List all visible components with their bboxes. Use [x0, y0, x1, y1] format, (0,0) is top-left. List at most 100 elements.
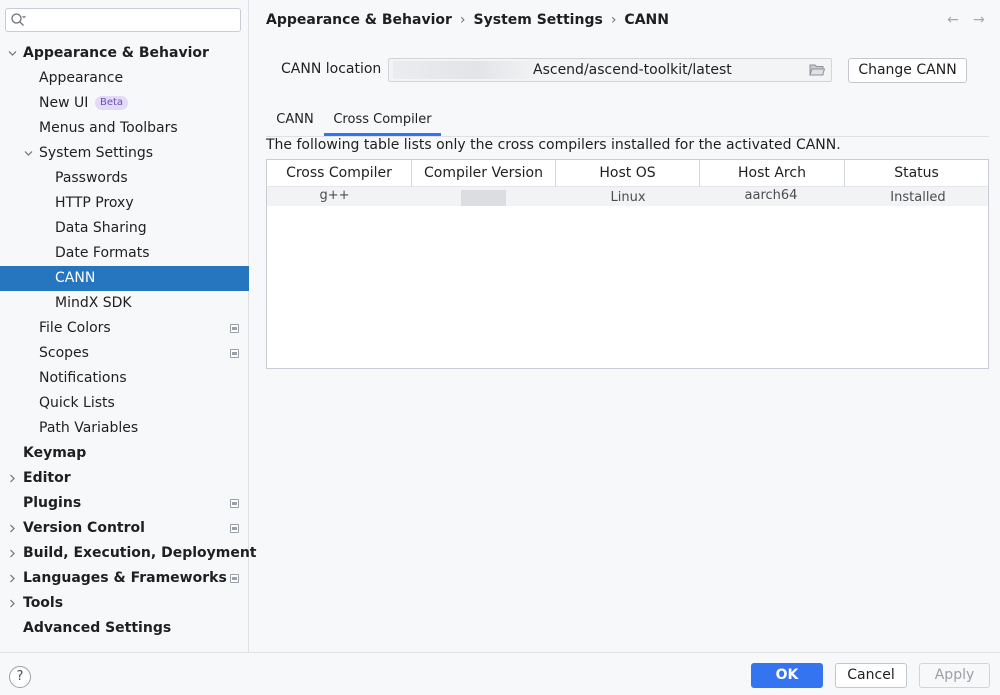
sidebar-item-label: Scopes — [39, 345, 89, 361]
search-input[interactable] — [5, 8, 241, 32]
breadcrumb-item[interactable]: Appearance & Behavior — [266, 12, 452, 28]
sidebar-item-label: Editor — [23, 470, 71, 486]
sidebar-item-system-settings[interactable]: System Settings — [0, 141, 249, 166]
apply-button[interactable]: Apply — [919, 663, 990, 688]
sidebar-item-label: Version Control — [23, 520, 145, 536]
breadcrumb-current: CANN — [624, 12, 669, 28]
sidebar-item-file-colors[interactable]: File Colors — [0, 316, 249, 341]
sidebar-item-quick-lists[interactable]: Quick Lists — [0, 391, 249, 416]
project-level-icon — [230, 499, 239, 508]
folder-icon[interactable] — [809, 63, 825, 77]
sidebar-item-data-sharing[interactable]: Data Sharing — [0, 216, 249, 241]
cell-status: Installed — [890, 190, 946, 205]
sidebar-item-mindx-sdk[interactable]: MindX SDK — [0, 291, 249, 316]
sidebar-item-label: Notifications — [39, 370, 127, 386]
beta-badge: Beta — [95, 96, 129, 110]
sidebar-item-label: Path Variables — [39, 420, 139, 436]
sidebar-item-scopes[interactable]: Scopes — [0, 341, 249, 366]
chevron-down-icon[interactable] — [6, 41, 18, 66]
sidebar-item-editor[interactable]: Editor — [0, 466, 249, 491]
settings-tree: Appearance & Behavior Appearance New UI Bet… — [0, 41, 257, 641]
project-level-icon — [230, 324, 239, 333]
sidebar-item-plugins[interactable]: Plugins — [0, 491, 249, 516]
chevron-down-icon[interactable] — [22, 141, 34, 166]
cann-location-label: CANN location — [281, 61, 382, 77]
search-icon — [11, 13, 26, 26]
chevron-right-icon[interactable] — [6, 541, 18, 566]
tab-bar: CANN Cross Compiler — [266, 106, 989, 137]
sidebar-item-label: Build, Execution, Deployment — [23, 545, 257, 561]
sidebar-item-label: New UI — [39, 95, 89, 111]
settings-sidebar: Appearance & Behavior Appearance New UI Bet… — [0, 0, 257, 652]
sidebar-item-languages-frameworks[interactable]: Languages & Frameworks — [0, 566, 249, 591]
sidebar-item-appearance[interactable]: Appearance — [0, 66, 249, 91]
column-header[interactable]: Status — [845, 160, 988, 187]
sidebar-item-appearance-behavior[interactable]: Appearance & Behavior — [0, 41, 249, 66]
sidebar-item-menus-and-toolbars[interactable]: Menus and Toolbars — [0, 116, 249, 141]
chevron-right-icon[interactable] — [6, 516, 18, 541]
sidebar-item-label: System Settings — [39, 145, 154, 161]
back-arrow-icon[interactable]: ← — [944, 11, 962, 29]
sidebar-item-tools[interactable]: Tools — [0, 591, 249, 616]
cell-host-arch: aarch64 — [744, 188, 798, 203]
sidebar-item-path-variables[interactable]: Path Variables — [0, 416, 249, 441]
sidebar-item-keymap[interactable]: Keymap — [0, 441, 249, 466]
sidebar-item-label: Appearance — [39, 70, 124, 86]
chevron-right-icon[interactable] — [6, 591, 18, 616]
sidebar-item-label: Passwords — [55, 170, 128, 186]
column-header[interactable]: Host OS — [556, 160, 700, 187]
cancel-button[interactable]: Cancel — [835, 663, 907, 688]
sidebar-item-label: Advanced Settings — [23, 620, 172, 636]
project-level-icon — [230, 349, 239, 358]
column-header[interactable]: Host Arch — [700, 160, 845, 187]
column-header[interactable]: Cross Compiler — [267, 160, 412, 187]
forward-arrow-icon[interactable]: → — [970, 11, 988, 29]
ok-button[interactable]: OK — [751, 663, 823, 688]
help-icon[interactable]: ? — [9, 666, 31, 688]
redacted-path — [393, 61, 533, 79]
cell-host-os: Linux — [610, 190, 646, 205]
sidebar-item-passwords[interactable]: Passwords — [0, 166, 249, 191]
sidebar-item-label: Keymap — [23, 445, 87, 461]
table-header: Cross Compiler Compiler Version Host OS … — [267, 160, 988, 187]
tab-cross-compiler[interactable]: Cross Compiler — [324, 106, 441, 136]
cann-location-field[interactable]: / Ascend/ascend-toolkit/latest — [388, 58, 832, 82]
sidebar-item-advanced-settings[interactable]: Advanced Settings — [0, 616, 249, 641]
breadcrumb: Appearance & Behavior › System Settings › CA… — [266, 10, 669, 30]
sidebar-item-new-ui[interactable]: New UI Beta — [0, 91, 249, 116]
sidebar-item-label: HTTP Proxy — [55, 195, 134, 211]
table-row[interactable]: g++ Linux aarch64 Installed — [267, 187, 988, 206]
sidebar-item-label: Quick Lists — [39, 395, 115, 411]
dialog-footer: ? OK Cancel Apply — [0, 652, 1000, 695]
project-level-icon — [230, 574, 239, 583]
sidebar-item-label: Languages & Frameworks — [23, 570, 227, 586]
sidebar-item-label: MindX SDK — [55, 295, 132, 311]
cell-compiler: g++ — [319, 188, 350, 203]
sidebar-item-label: Data Sharing — [55, 220, 147, 236]
breadcrumb-separator: › — [610, 12, 617, 28]
sidebar-item-build-execution-deployment[interactable]: Build, Execution, Deployment — [0, 541, 257, 566]
sidebar-item-cann[interactable]: CANN — [0, 266, 249, 291]
breadcrumb-separator: › — [459, 12, 466, 28]
tab-cann[interactable]: CANN — [266, 106, 324, 136]
sidebar-item-label: Tools — [23, 595, 64, 611]
breadcrumb-item[interactable]: System Settings — [474, 12, 603, 28]
project-level-icon — [230, 524, 239, 533]
chevron-right-icon[interactable] — [6, 566, 18, 591]
change-cann-button[interactable]: Change CANN — [848, 58, 967, 83]
sidebar-item-label: Menus and Toolbars — [39, 120, 178, 136]
sidebar-item-version-control[interactable]: Version Control — [0, 516, 249, 541]
table-description: The following table lists only the cross… — [266, 137, 841, 153]
sidebar-item-date-formats[interactable]: Date Formats — [0, 241, 249, 266]
sidebar-item-notifications[interactable]: Notifications — [0, 366, 249, 391]
sidebar-item-label: Plugins — [23, 495, 82, 511]
cross-compiler-table: Cross Compiler Compiler Version Host OS … — [266, 159, 989, 369]
sidebar-item-http-proxy[interactable]: HTTP Proxy — [0, 191, 249, 216]
column-header[interactable]: Compiler Version — [412, 160, 556, 187]
chevron-right-icon[interactable] — [6, 466, 18, 491]
sidebar-item-label: File Colors — [39, 320, 111, 336]
cann-location-value: Ascend/ascend-toolkit/latest — [533, 62, 732, 78]
redacted-version — [461, 190, 506, 206]
sidebar-item-label: Date Formats — [55, 245, 150, 261]
sidebar-item-label: CANN — [55, 270, 96, 286]
